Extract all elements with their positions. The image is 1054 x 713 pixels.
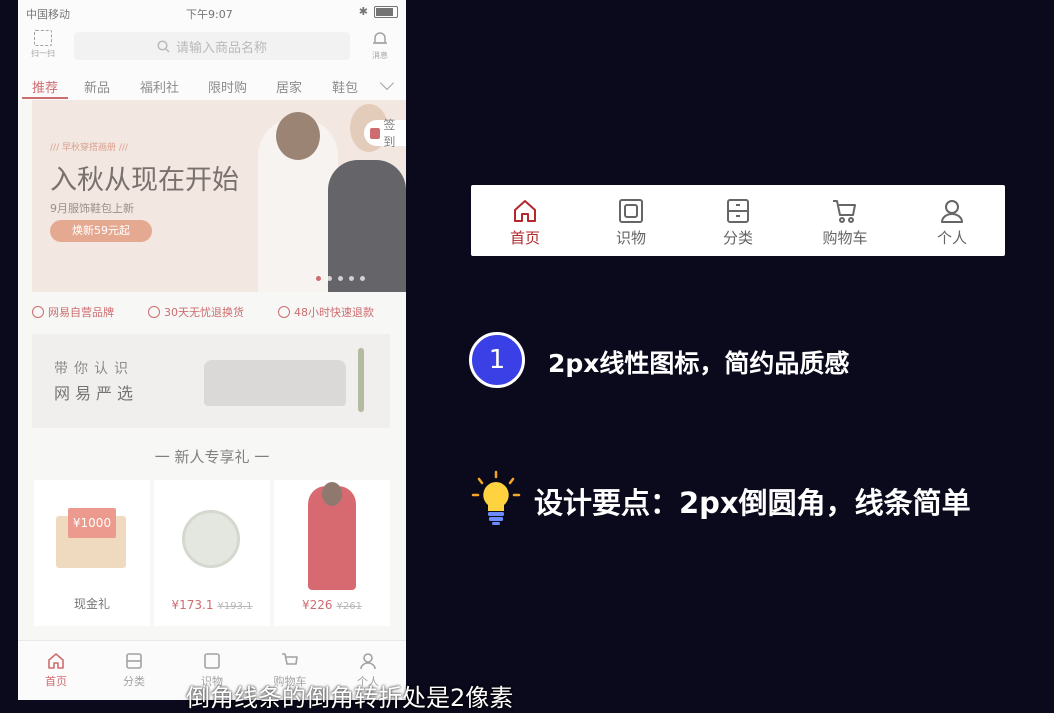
search-placeholder: 请输入商品名称 [175,40,267,56]
demo-tab-label: 购物车 [822,229,868,247]
service-promises: 网易自营品牌 30天无忧退换货 48小时快速退款 [18,296,406,326]
gift-price: ¥226 ¥261 [302,598,362,612]
demo-tab-home[interactable]: 首页 [475,197,575,248]
user-icon [941,200,963,223]
scan-button[interactable]: 扫一扫 [26,30,60,59]
search-row: 扫一扫 请输入商品名称 消息 [18,26,406,68]
envelope-image: ¥1000 [56,508,126,568]
home-icon [514,200,536,222]
brand-intro-card[interactable]: 带你认识 网易严选 [32,334,390,428]
gift-card-cash[interactable]: ¥1000 现金礼 [34,480,150,626]
category-tabs: 推荐 新品 福利社 限时购 居家 鞋包 [18,68,406,100]
banner-button[interactable]: 焕新59元起 [50,220,152,242]
demo-tab-label: 分类 [722,229,753,247]
demo-tab-cart[interactable]: 购物车 [795,197,895,248]
intro-line-2: 网易严选 [54,384,139,403]
tab-flash-sale[interactable]: 限时购 [208,77,247,96]
tab-recommend[interactable]: 推荐 [32,77,58,96]
cart-icon [833,200,856,223]
home-icon [48,653,64,669]
cardigan-image [308,482,356,590]
point-2-text: 设计要点：2px倒圆角，线条简单 [534,486,971,520]
demo-tab-discover[interactable]: 识物 [581,197,681,248]
carousel-dots [316,276,365,281]
demo-tab-label: 识物 [615,229,646,247]
gift-card-clock[interactable]: ¥173.1 ¥193.1 [154,480,270,626]
checkin-label: 签到 [383,118,396,149]
gift-price: ¥173.1 ¥193.1 [171,598,253,612]
bell-icon [373,32,387,44]
checkin-button[interactable]: 签到 [364,118,406,149]
check-circle-icon [148,306,160,318]
scan-label: 扫一扫 [31,49,55,58]
calendar-icon [370,127,381,139]
bluetooth-icon: ✱ [358,5,368,18]
lightbulb-icon [471,470,521,525]
status-icons: ✱ [359,5,398,18]
video-subtitle: 倒角线条的倒角转折处是2像素 [186,684,514,712]
search-icon [157,39,170,53]
banner-tag: /// 早秋穿搭画册 /// [50,143,128,153]
square-icon [204,653,220,669]
square-icon [619,199,643,223]
clock-image [182,510,240,568]
phone-tab-category[interactable]: 分类 [104,651,164,689]
demo-tab-label: 个人 [936,229,967,247]
new-user-gift-title: 一 新人专享礼 一 [154,448,270,466]
banner-headline: 入秋从现在开始 [50,165,239,196]
battery-icon [374,5,398,18]
demo-tab-bar: 首页 识物 分类 购物车 个人 [471,185,1005,256]
tab-home[interactable]: 居家 [276,77,302,96]
promo-banner[interactable]: /// 早秋穿搭画册 /// 入秋从现在开始 9月服饰鞋包上新 焕新59元起 [32,100,406,292]
point-1-text: 2px线性图标，简约品质感 [548,349,850,378]
promise-item: 30天无忧退换货 [148,304,244,320]
tab-new[interactable]: 新品 [84,77,110,96]
message-button[interactable]: 消息 [366,30,394,61]
chevron-down-icon[interactable] [379,75,395,91]
promise-item: 48小时快速退款 [278,304,374,320]
step-number-badge: 1 [469,332,525,388]
user-icon [360,653,376,670]
message-label: 消息 [372,51,388,60]
carrier-label: 中国移动 [26,8,70,21]
demo-tab-label: 首页 [509,229,540,247]
banner-model-man [328,104,406,292]
active-tab-indicator [22,97,68,99]
tab-welfare[interactable]: 福利社 [140,77,179,96]
gift-card-cardigan[interactable]: ¥226 ¥261 [274,480,390,626]
sofa-image [204,360,346,406]
gift-label: 现金礼 [73,597,110,611]
drawer-icon [126,653,142,669]
promise-item: 网易自营品牌 [32,304,114,320]
demo-tab-category[interactable]: 分类 [688,197,788,248]
banner-model-woman [258,112,338,292]
status-bar: 中国移动 下午9:07 ✱ [18,0,406,26]
clock-time: 下午9:07 [186,8,233,21]
demo-tab-profile[interactable]: 个人 [902,197,1002,248]
scan-icon [34,30,52,46]
tab-shoes[interactable]: 鞋包 [332,77,358,96]
check-circle-icon [278,306,290,318]
check-circle-icon [32,306,44,318]
phone-screen: 中国移动 下午9:07 ✱ 扫一扫 请输入商品名称 消息 推荐 新品 福利社 限… [18,0,406,700]
phone-tab-home[interactable]: 首页 [26,651,86,689]
drawer-icon [727,199,749,223]
plant-image [358,348,364,412]
intro-line-1: 带你认识 [54,361,134,377]
cart-icon [282,653,298,665]
search-input[interactable]: 请输入商品名称 [74,32,350,60]
banner-subtitle: 9月服饰鞋包上新 [50,202,134,215]
